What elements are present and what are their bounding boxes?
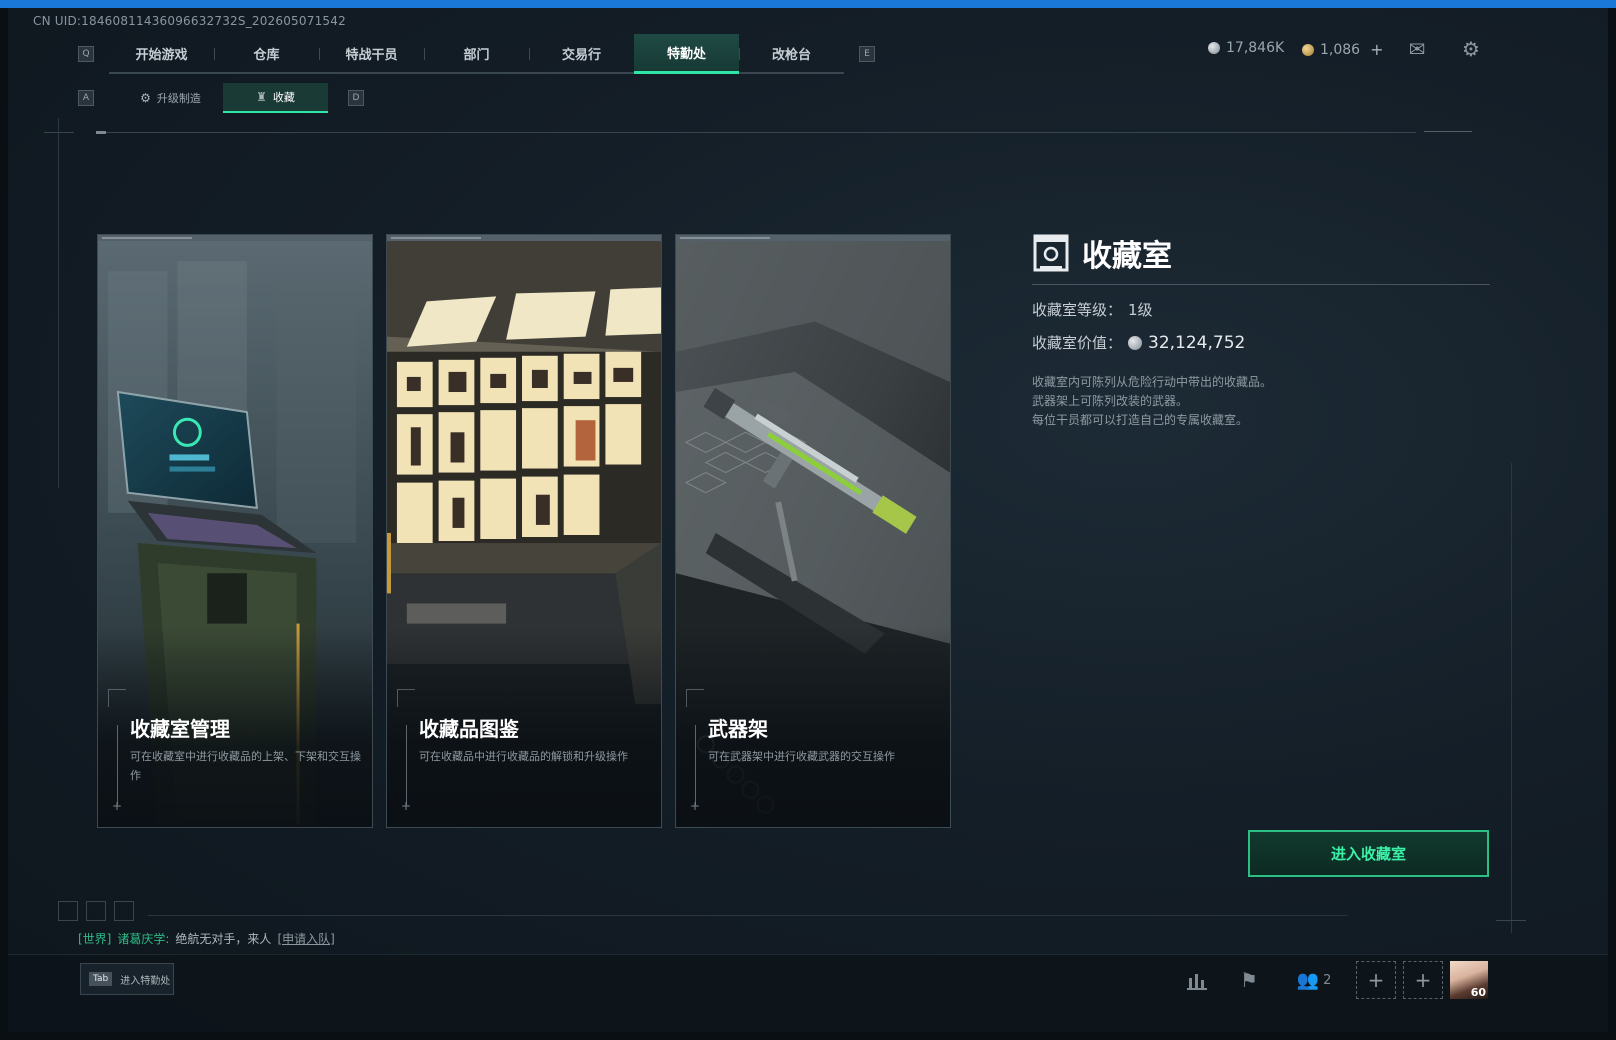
tab-operators[interactable]: 特战干员 xyxy=(319,34,424,72)
info-title-row: 收藏室 xyxy=(1032,230,1492,276)
player-level: 60 xyxy=(1470,986,1486,999)
silver-currency: 17,846K xyxy=(1208,40,1284,56)
collection-level-value: 1级 xyxy=(1128,301,1153,319)
enter-collection-button[interactable]: 进入收藏室 xyxy=(1248,830,1489,877)
sub-nav: A ⚙ 升级制造 ♜ 收藏 D xyxy=(78,82,364,114)
card-line-mark xyxy=(117,725,118,805)
card-corner-mark xyxy=(397,689,415,707)
tab-key: Tab xyxy=(89,972,113,986)
trophy-icon: ♜ xyxy=(256,90,267,104)
card-corner-mark xyxy=(108,689,126,707)
info-description: 收藏室内可陈列从危险行动中带出的收藏品。 武器架上可陈列改装的武器。 每位干员都… xyxy=(1032,373,1492,430)
tab-hint-button[interactable]: Tab 进入特勤处 xyxy=(80,963,174,995)
team-slot-add-1[interactable]: + xyxy=(1356,961,1396,999)
collection-info-panel: 收藏室 收藏室等级： 1级 收藏室价值： 32,124,752 收藏室内可陈列从… xyxy=(1032,230,1492,430)
left-frame-tick xyxy=(44,132,74,133)
tab-start-game[interactable]: 开始游戏 xyxy=(109,34,214,72)
add-currency-icon[interactable]: + xyxy=(1370,40,1383,59)
info-title: 收藏室 xyxy=(1082,239,1172,274)
collection-value-label: 收藏室价值： xyxy=(1032,334,1123,352)
deco-square-2 xyxy=(86,901,106,921)
collection-value: 32,124,752 xyxy=(1148,332,1246,353)
left-frame-line xyxy=(58,118,59,488)
card-desc: 可在收藏室中进行收藏品的上架、下架和交互操作 xyxy=(130,750,361,782)
collection-level-label: 收藏室等级： xyxy=(1032,301,1123,319)
info-desc-line: 收藏室内可陈列从危险行动中带出的收藏品。 xyxy=(1032,375,1273,389)
uid-text: CN UID:18460811436096632732S_20260507154… xyxy=(33,14,346,28)
tab-special-ops[interactable]: 特勤处 xyxy=(634,34,739,74)
friends-button[interactable]: 👥 2 xyxy=(1292,966,1336,994)
card-collection-management[interactable]: + 收藏室管理 可在收藏室中进行收藏品的上架、下架和交互操作 xyxy=(97,234,373,828)
join-team-link[interactable]: [申请入队] xyxy=(277,930,334,947)
card-collection-catalog[interactable]: + 收藏品图鉴 可在收藏品中进行收藏品的解锁和升级操作 xyxy=(386,234,662,828)
mail-icon[interactable]: ✉ xyxy=(1405,37,1429,61)
deco-square-3 xyxy=(114,901,134,921)
collection-room-icon xyxy=(1033,234,1069,272)
main-nav-tabs: 开始游戏 仓库 特战干员 部门 交易行 特勤处 改枪台 xyxy=(109,34,844,74)
top-divider xyxy=(96,132,1416,133)
divider-tail xyxy=(1424,131,1472,132)
card-weapon-rack[interactable]: + 武器架 可在武器架中进行收藏武器的交互操作 xyxy=(675,234,951,828)
card-title: 收藏室管理 xyxy=(130,717,230,741)
subtab-collection-label: 收藏 xyxy=(272,91,295,104)
wrench-icon: ⚙ xyxy=(140,91,151,105)
card-title: 收藏品图鉴 xyxy=(419,717,519,741)
card-desc: 可在收藏品中进行收藏品的解锁和升级操作 xyxy=(419,750,628,763)
collection-level-row: 收藏室等级： 1级 xyxy=(1032,299,1492,320)
silver-coin-icon xyxy=(1208,42,1220,54)
friends-count: 2 xyxy=(1323,972,1332,988)
right-frame-line xyxy=(1511,463,1512,933)
divider-marker xyxy=(96,131,106,134)
gold-amount: 1,086 xyxy=(1320,41,1361,58)
nav-prev-key[interactable]: Q xyxy=(78,46,94,62)
silver-coin-icon xyxy=(1128,335,1143,350)
subtab-collection[interactable]: ♜ 收藏 xyxy=(223,83,328,113)
card-plus-mark: + xyxy=(690,799,701,813)
team-slot-add-2[interactable]: + xyxy=(1403,961,1443,999)
tab-department[interactable]: 部门 xyxy=(424,34,529,72)
deco-square-1 xyxy=(58,901,78,921)
card-desc: 可在武器架中进行收藏武器的交互操作 xyxy=(708,750,895,763)
info-desc-line: 武器架上可陈列改装的武器。 xyxy=(1032,394,1189,408)
stats-chart-icon[interactable] xyxy=(1184,966,1210,994)
subnav-prev-key[interactable]: A xyxy=(78,90,94,106)
chat-text: 绝航无对手，来人 xyxy=(175,932,272,946)
tab-gunsmith[interactable]: 改枪台 xyxy=(739,34,844,72)
friends-icon: 👥 xyxy=(1296,969,1320,991)
gold-currency[interactable]: 1,086 + xyxy=(1302,40,1384,59)
info-desc-line: 每位干员都可以打造自己的专属收藏室。 xyxy=(1032,413,1249,427)
card-title: 武器架 xyxy=(708,717,768,741)
chat-sender[interactable]: 诸葛庆学: xyxy=(117,930,169,947)
chat-channel[interactable]: [世界] xyxy=(78,930,111,947)
card-line-mark xyxy=(406,725,407,805)
subtab-upgrade[interactable]: ⚙ 升级制造 xyxy=(118,83,223,113)
main-nav: Q 开始游戏 仓库 特战干员 部门 交易行 特勤处 改枪台 E xyxy=(78,34,875,74)
tab-trading[interactable]: 交易行 xyxy=(529,34,634,72)
nav-next-key[interactable]: E xyxy=(859,46,875,62)
browser-top-strip xyxy=(0,0,1616,8)
flag-icon[interactable]: ⚑ xyxy=(1236,966,1262,994)
card-corner-mark xyxy=(686,689,704,707)
subnav-next-key[interactable]: D xyxy=(348,90,364,106)
silver-amount: 17,846K xyxy=(1226,40,1285,56)
collection-value-row: 收藏室价值： 32,124,752 xyxy=(1032,332,1492,353)
card-plus-mark: + xyxy=(401,799,412,813)
card-plus-mark: + xyxy=(112,799,123,813)
chat-message: [世界] 诸葛庆学: 绝航无对手，来人 [申请入队] xyxy=(78,930,335,947)
game-window: CN UID:18460811436096632732S_20260507154… xyxy=(8,8,1608,1032)
tab-hint-label: 进入特勤处 xyxy=(120,975,171,987)
gear-icon[interactable]: ⚙ xyxy=(1459,37,1483,61)
subtab-upgrade-label: 升级制造 xyxy=(156,92,201,105)
avatar[interactable]: 60 xyxy=(1450,961,1488,999)
info-divider xyxy=(1032,284,1490,285)
right-frame-tick xyxy=(1496,920,1526,921)
gold-coin-icon xyxy=(1302,43,1314,56)
bottom-divider xyxy=(148,915,1348,916)
tab-warehouse[interactable]: 仓库 xyxy=(214,34,319,72)
card-line-mark xyxy=(695,725,696,805)
